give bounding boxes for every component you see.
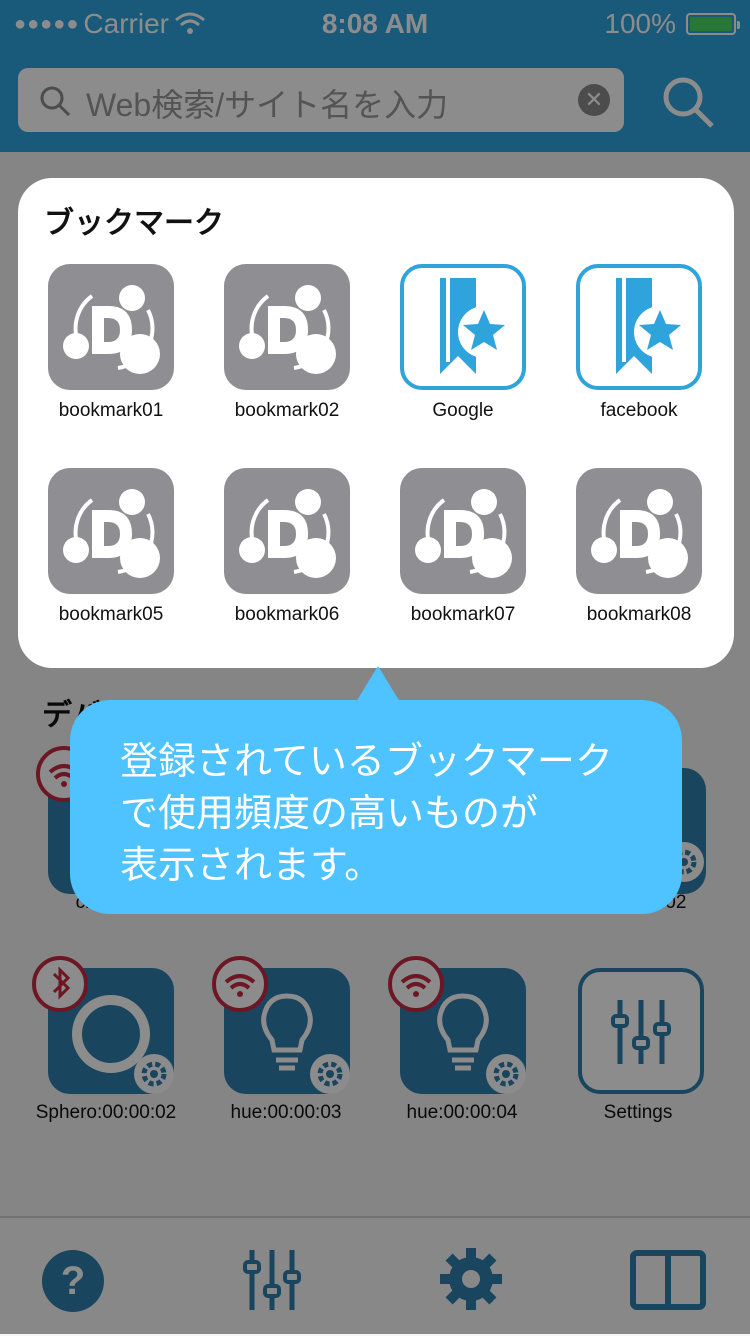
bookmark-label: bookmark08 <box>586 604 692 625</box>
bookmark-label: Google <box>432 400 494 421</box>
tooltip-text: 登録されているブックマーク で使用頻度の高いものが 表示されます。 <box>120 741 613 887</box>
device-connect-icon <box>224 285 350 394</box>
tooltip-bubble: 登録されているブックマーク で使用頻度の高いものが 表示されます。 <box>70 700 682 914</box>
device-connect-icon <box>224 489 350 598</box>
bookmark-star-icon <box>580 278 698 390</box>
bookmark-star-icon <box>404 278 522 390</box>
bookmark-tile[interactable] <box>48 468 174 594</box>
bookmark-tile[interactable] <box>48 264 174 390</box>
bookmark-tile[interactable] <box>400 468 526 594</box>
tooltip-pointer <box>356 666 400 702</box>
bookmark-tile[interactable] <box>224 468 350 594</box>
bookmark-tile[interactable] <box>224 264 350 390</box>
device-connect-icon <box>576 489 702 598</box>
bookmark-label: facebook <box>600 400 678 421</box>
bookmark-tile[interactable] <box>576 264 702 390</box>
device-connect-icon <box>400 489 526 598</box>
bookmark-label: bookmark01 <box>58 400 164 421</box>
device-connect-icon <box>48 489 174 598</box>
bookmark-tile[interactable] <box>576 468 702 594</box>
device-connect-icon <box>48 285 174 394</box>
bookmark-label: bookmark06 <box>234 604 340 625</box>
bookmarks-title: ブックマーク <box>44 207 224 240</box>
bookmark-label: bookmark02 <box>234 400 340 421</box>
bookmark-tile[interactable] <box>400 264 526 390</box>
bookmark-label: bookmark05 <box>58 604 164 625</box>
bookmark-label: bookmark07 <box>410 604 516 625</box>
